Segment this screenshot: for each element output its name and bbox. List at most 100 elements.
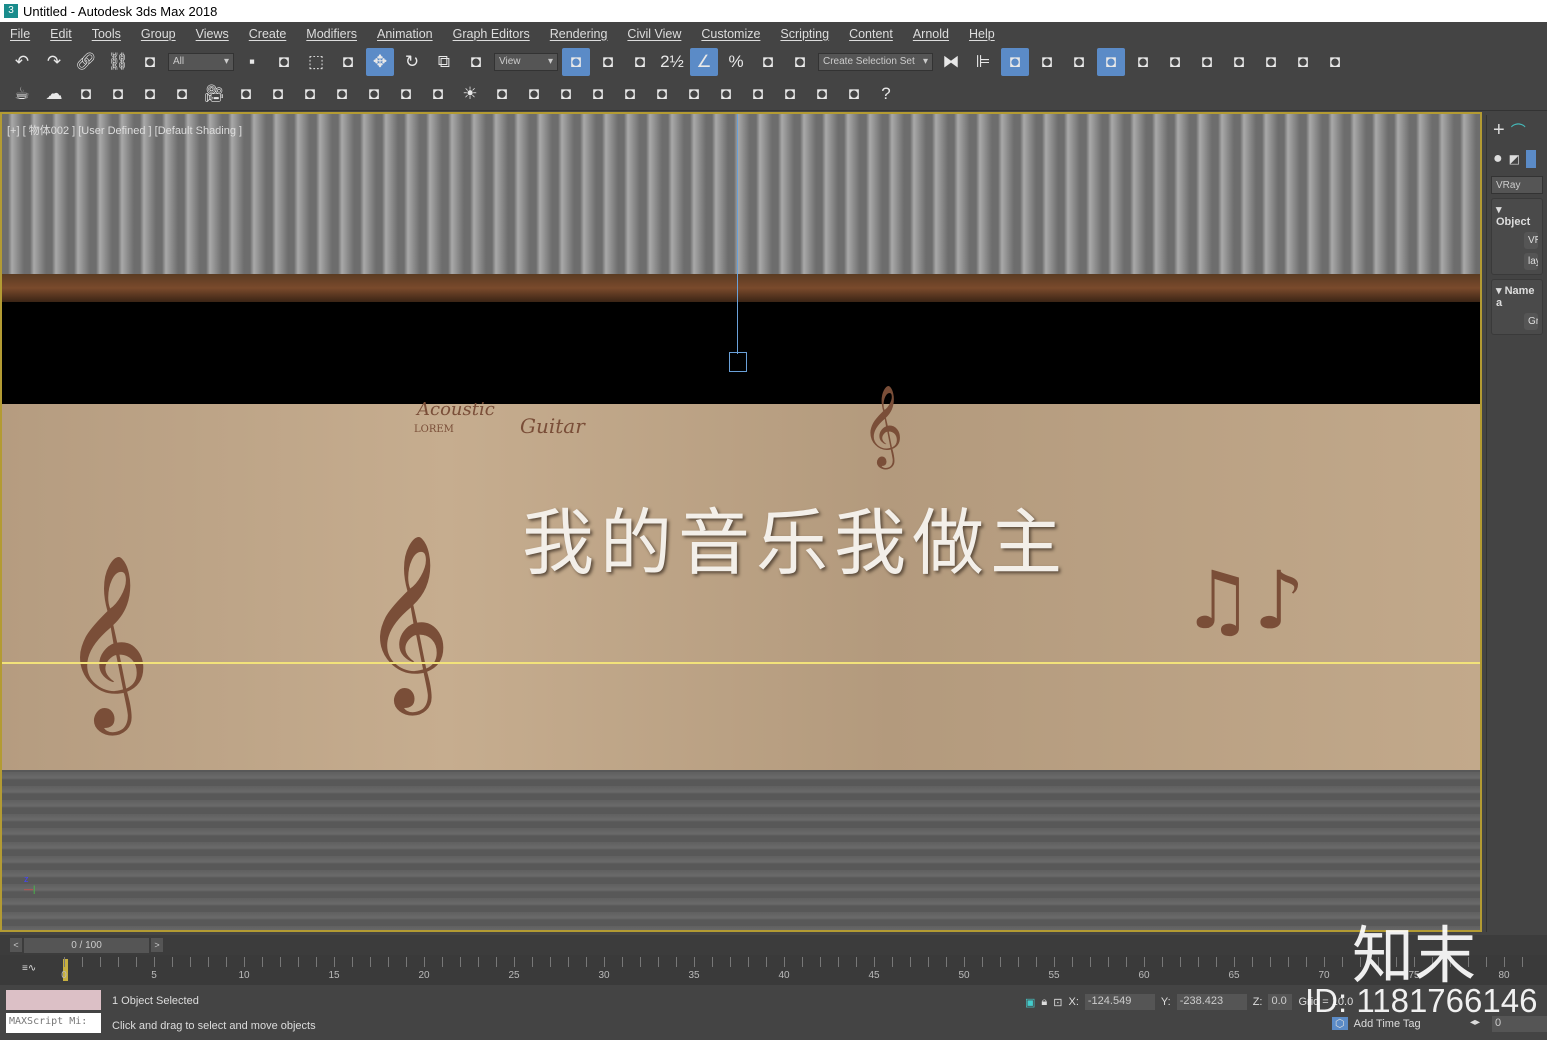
render-iterative-icon[interactable]: ◘ <box>1289 48 1317 76</box>
teapot-icon[interactable]: ☕︎ <box>8 80 36 108</box>
lightmix-icon[interactable]: ◘ <box>776 80 804 108</box>
menu-tools[interactable]: Tools <box>82 27 131 41</box>
camera-icon[interactable]: 🎥︎ <box>200 80 228 108</box>
scene-explorer-icon[interactable]: ◘ <box>1001 47 1029 76</box>
window-crossing-icon[interactable]: ◘ <box>334 48 362 76</box>
prev-frame-button[interactable]: < <box>10 938 22 952</box>
redo-icon[interactable]: ↷ <box>40 48 68 76</box>
placement-icon[interactable]: ◘ <box>462 48 490 76</box>
render-icon[interactable]: ◘ <box>1257 48 1285 76</box>
spinner-snap-icon[interactable]: ◘ <box>754 48 782 76</box>
mirror-icon[interactable]: ⧓ <box>937 48 965 76</box>
select-by-name-icon[interactable]: ◘ <box>270 48 298 76</box>
render-gallery-icon[interactable]: ◘ <box>1321 48 1349 76</box>
object-type-button[interactable]: layAm <box>1524 253 1538 270</box>
track-bar[interactable]: ≡∿ 0 5 10 15 20 25 30 35 40 45 50 55 60 65 70 75 80 <box>0 955 1547 985</box>
modify-tab-icon[interactable]: ⌒ <box>1511 120 1526 141</box>
bind-spacewarp-icon[interactable]: ◘ <box>136 48 164 76</box>
edit-named-selection-icon[interactable]: ◘ <box>786 48 814 76</box>
angle-snap-icon[interactable]: ∠ <box>690 47 718 76</box>
cloud-icon[interactable]: ☁ <box>40 80 68 108</box>
named-selection-set-dropdown[interactable]: Create Selection Set ▾ <box>818 52 933 71</box>
maxscript-listener-output[interactable] <box>6 990 101 1010</box>
menu-help[interactable]: Help <box>959 27 1005 41</box>
ball-icon[interactable]: ◘ <box>712 80 740 108</box>
menu-graph-editors[interactable]: Graph Editors <box>443 27 540 41</box>
use-pivot-icon[interactable]: ◘ <box>562 47 590 76</box>
camera-target[interactable] <box>729 352 747 372</box>
y-coordinate-field[interactable]: -238.423 <box>1176 994 1247 1010</box>
grid-icon[interactable]: ◘ <box>136 80 164 108</box>
menu-rendering[interactable]: Rendering <box>540 27 618 41</box>
geometry-icon[interactable]: ● <box>1493 150 1503 168</box>
absolute-mode-icon[interactable]: ⊡ <box>1053 996 1062 1009</box>
scene-converter-icon[interactable]: ◘ <box>840 80 868 108</box>
unlink-icon[interactable]: ⛓ <box>104 48 132 76</box>
lights-icon[interactable] <box>1526 150 1537 168</box>
fur-icon[interactable]: ◘ <box>520 80 548 108</box>
menu-scripting[interactable]: Scripting <box>770 27 839 41</box>
move-icon[interactable]: ✥ <box>366 47 394 76</box>
menu-edit[interactable]: Edit <box>40 27 82 41</box>
light-lister-icon[interactable]: ◘ <box>168 80 196 108</box>
rotate-icon[interactable]: ↻ <box>398 48 426 76</box>
sphere-half-icon[interactable]: ◘ <box>232 80 260 108</box>
category-dropdown[interactable]: VRay <box>1491 176 1543 194</box>
spot-light-icon[interactable]: ◘ <box>424 80 452 108</box>
layer-explorer-icon[interactable]: ◘ <box>1033 48 1061 76</box>
percent-snap-icon[interactable]: % <box>722 48 750 76</box>
isolate-selection-icon[interactable]: ▣ <box>1025 996 1035 1009</box>
plane-light-icon[interactable]: ◘ <box>296 80 324 108</box>
table-icon[interactable]: ◘ <box>104 80 132 108</box>
selection-filter-dropdown[interactable]: All ▾ <box>168 52 234 71</box>
select-object-icon[interactable]: ▪ <box>238 48 266 76</box>
next-frame-button[interactable]: > <box>151 938 163 952</box>
link-icon[interactable]: 🔗︎ <box>72 48 100 76</box>
lock-selection-icon[interactable]: 🔒︎ <box>1041 996 1047 1009</box>
object-type-rollout[interactable]: ▾ Object <box>1496 203 1538 228</box>
fluid-icon[interactable]: ◘ <box>616 80 644 108</box>
hair-icon[interactable]: ◘ <box>680 80 708 108</box>
menu-arnold[interactable]: Arnold <box>903 27 959 41</box>
reference-coordinate-dropdown[interactable]: View ▾ <box>494 52 558 71</box>
scale-icon[interactable]: ⧉ <box>430 48 458 76</box>
rendered-frame-icon[interactable]: ◘ <box>1225 48 1253 76</box>
vfb-icon[interactable]: ◘ <box>808 80 836 108</box>
toggle-ribbon-icon[interactable]: ◘ <box>1065 48 1093 76</box>
help-icon[interactable]: ? <box>872 80 900 108</box>
menu-animation[interactable]: Animation <box>367 27 443 41</box>
z-coordinate-field[interactable]: 0.0 <box>1268 994 1293 1010</box>
material-editor-icon[interactable]: ◘ <box>1161 48 1189 76</box>
menu-content[interactable]: Content <box>839 27 903 41</box>
mesh-icon[interactable]: ◘ <box>584 80 612 108</box>
ambient-light-icon[interactable]: ◘ <box>488 80 516 108</box>
viewport-label[interactable]: [+] [ 物体002 ] [User Defined ] [Default S… <box>7 122 242 138</box>
curve-editor-mini-icon[interactable]: ≡∿ <box>22 963 36 974</box>
rectangle-selection-icon[interactable]: ⬚ <box>302 48 330 76</box>
render-elements-icon[interactable]: ◘ <box>264 80 292 108</box>
align-icon[interactable]: ⊫ <box>969 48 997 76</box>
name-color-rollout[interactable]: ▾ Name a <box>1496 284 1538 309</box>
sun-icon[interactable]: ☀ <box>456 80 484 108</box>
plant-icon[interactable]: ◘ <box>648 80 676 108</box>
object-type-button[interactable]: VRa <box>1524 232 1538 249</box>
menu-views[interactable]: Views <box>186 27 239 41</box>
time-slider[interactable]: < 0 / 100 > <box>0 935 1547 955</box>
proxy-icon[interactable]: ◘ <box>552 80 580 108</box>
keyboard-shortcut-icon[interactable]: ◘ <box>626 48 654 76</box>
menu-create[interactable]: Create <box>239 27 297 41</box>
curve-editor-icon[interactable]: ◘ <box>1097 47 1125 76</box>
frame-buffer-icon[interactable]: ◘ <box>72 80 100 108</box>
menu-customize[interactable]: Customize <box>691 27 770 41</box>
move-gizmo-icon[interactable]: ◘ <box>594 48 622 76</box>
time-slider-handle[interactable]: 0 / 100 <box>24 937 149 953</box>
sphere-light-icon[interactable]: ◘ <box>360 80 388 108</box>
dome-light-icon[interactable]: ◘ <box>328 80 356 108</box>
render-setup-icon[interactable]: ◘ <box>1193 48 1221 76</box>
x-coordinate-field[interactable]: -124.549 <box>1084 994 1155 1010</box>
shapes-icon[interactable]: ◩ <box>1509 152 1520 166</box>
perspective-viewport[interactable]: Acoustic Guitar LOREM 𝄞 𝄞 𝄞 ♫♪ 我的音乐我做主 [… <box>0 112 1482 932</box>
snap-2-5-icon[interactable]: 2½ <box>658 48 686 76</box>
maxscript-mini-listener[interactable]: MAXScript Mi: <box>6 1013 101 1033</box>
menu-file[interactable]: File <box>0 27 40 41</box>
